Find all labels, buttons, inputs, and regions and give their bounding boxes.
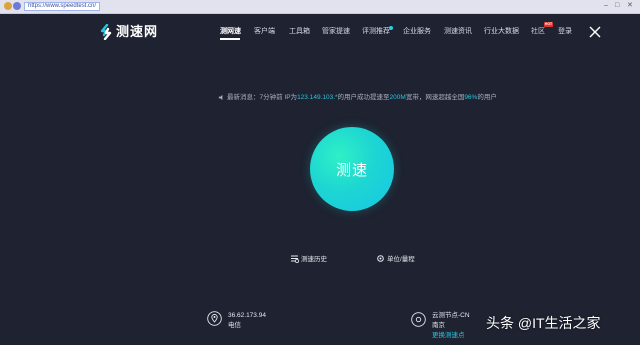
nav-item-client[interactable]: 客户端 (254, 27, 275, 36)
test-node-name: 云测节点-CN (432, 312, 470, 319)
nav-item-enterprise[interactable]: 企业服务 (403, 27, 431, 36)
settings-gear-icon[interactable] (376, 254, 385, 263)
history-button[interactable]: 测速历史 (301, 255, 327, 264)
watermark-text: 头条 @IT生活之家 (486, 315, 601, 331)
maximize-button[interactable]: □ (615, 1, 619, 11)
server-node-icon (411, 312, 426, 327)
nav-item-big-data[interactable]: 行业大数据 (484, 27, 519, 36)
news-middle: 的用户成功提速至 (337, 94, 390, 101)
history-icon[interactable] (290, 254, 299, 263)
start-test-label: 测速 (335, 161, 368, 179)
site-logo-text[interactable]: 测速网 (116, 24, 158, 40)
nav-item-news[interactable]: 测速资讯 (444, 27, 472, 36)
logo-icon[interactable] (98, 24, 114, 40)
news-prefix: 最新消息：7分钟前 IP为 (227, 94, 298, 101)
address-bar[interactable]: https://www.speedtest.cn/ (24, 2, 100, 11)
nav-item-speedtest[interactable]: 测网速 (220, 27, 241, 36)
location-pin-icon (207, 311, 222, 326)
nav-item-toolbox[interactable]: 工具箱 (289, 27, 310, 36)
nav-item-login[interactable]: 登录 (558, 27, 572, 36)
change-node-link[interactable]: 更换测速点 (432, 331, 465, 340)
browser-toolbar: https://www.speedtest.cn/ – □ ✕ (0, 0, 640, 14)
window-close-button[interactable]: ✕ (627, 1, 633, 11)
new-dot-badge (389, 26, 393, 30)
units-range-button[interactable]: 单位/量程 (387, 255, 415, 264)
speaker-icon (218, 94, 223, 101)
news-ip: 123.149.103.* (297, 94, 338, 101)
browser-favicon-icon (4, 2, 12, 10)
news-bandwidth: 200M (389, 94, 406, 101)
news-ticker: 最新消息：7分钟前 IP为123.149.103.*的用户成功提速至200M宽带… (227, 93, 497, 102)
user-isp: 电信 (228, 322, 241, 329)
nav-item-community[interactable]: 社区 (531, 27, 545, 36)
nav-item-reviews[interactable]: 评测推荐 (362, 27, 390, 36)
nav-item-boost[interactable]: 管家提速 (322, 27, 350, 36)
browser-extension-icon[interactable] (13, 2, 21, 10)
close-icon[interactable] (588, 25, 602, 39)
news-percent: 96% (464, 94, 478, 101)
news-suffix: 宽带，网速超越全国 (405, 94, 465, 101)
test-node-city: 南京 (432, 322, 445, 329)
hot-badge: HOT (544, 22, 553, 27)
user-ip: 36.62.173.94 (228, 312, 266, 319)
nav-active-indicator (220, 38, 240, 40)
minimize-button[interactable]: – (604, 1, 608, 11)
start-test-button[interactable]: 测速 (310, 127, 394, 211)
news-suffix-end: 的用户 (477, 94, 497, 101)
